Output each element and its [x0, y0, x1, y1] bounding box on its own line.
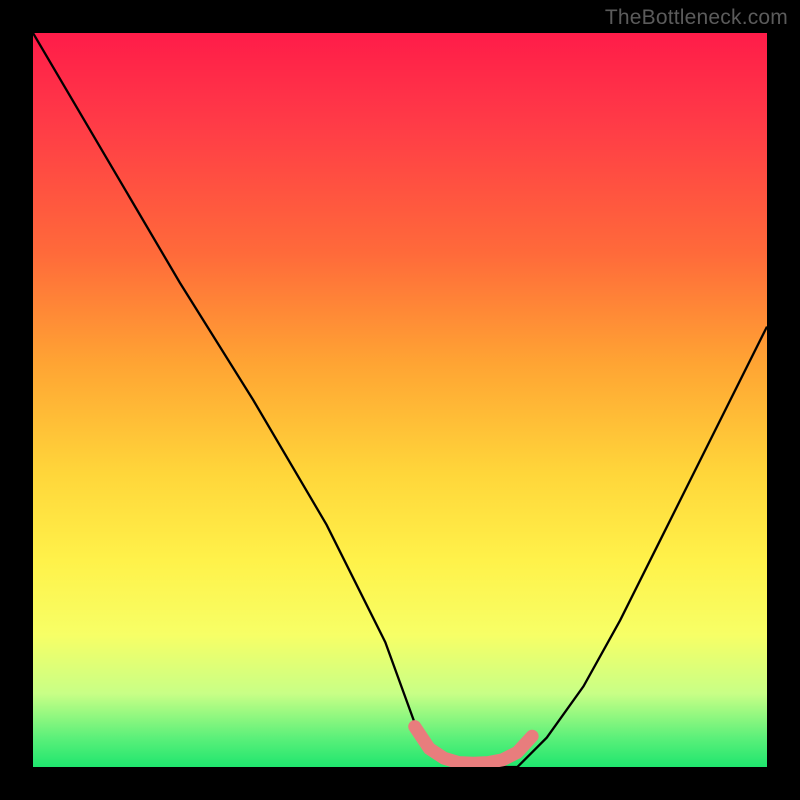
chart-svg [33, 33, 767, 767]
chart-frame: TheBottleneck.com [0, 0, 800, 800]
watermark-text: TheBottleneck.com [605, 6, 788, 30]
bottleneck-curve-path [33, 33, 767, 767]
bottom-highlight-path [415, 727, 532, 764]
